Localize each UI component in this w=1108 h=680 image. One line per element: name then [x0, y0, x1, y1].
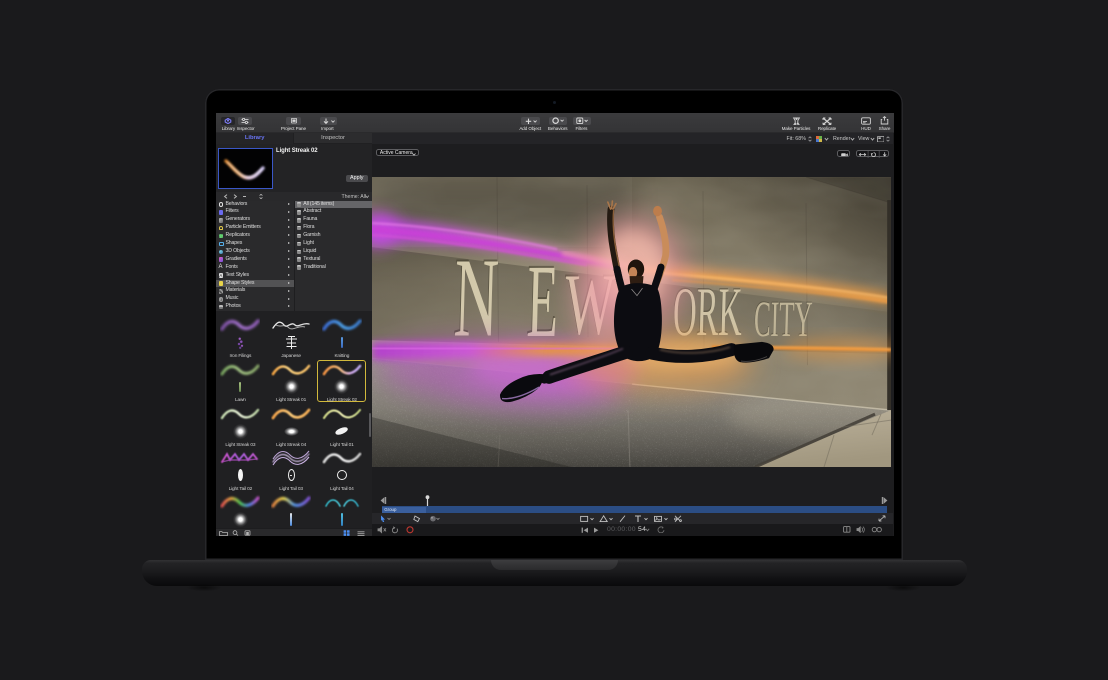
svg-text:CITY: CITY: [754, 290, 814, 347]
